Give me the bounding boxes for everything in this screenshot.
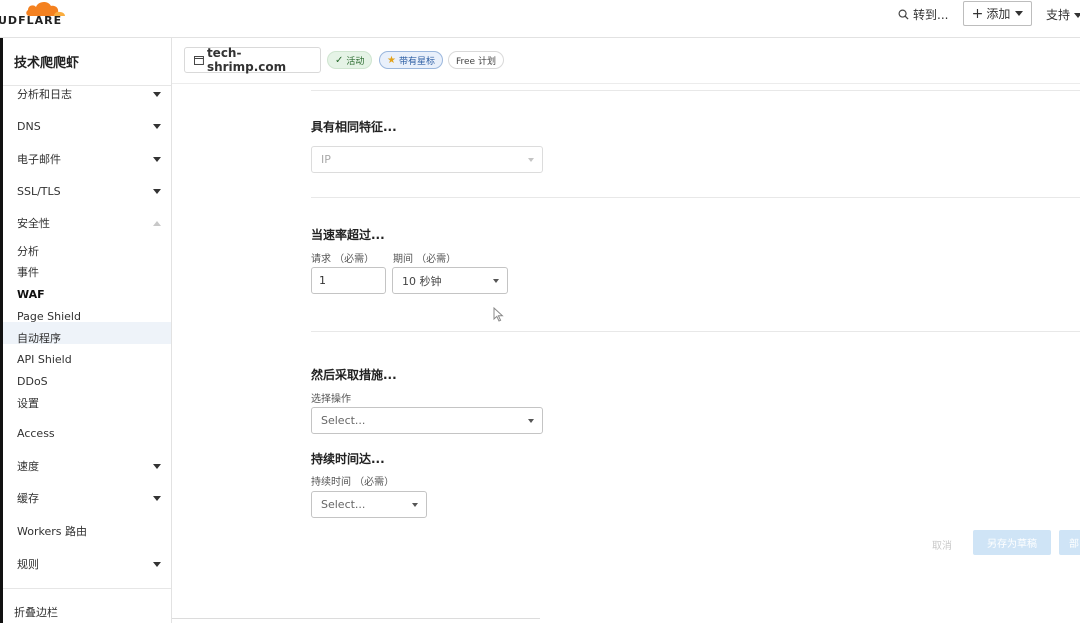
goto-search[interactable]: 转到... <box>898 6 948 22</box>
goto-label: 转到... <box>913 7 949 22</box>
deploy-label: 部 <box>1069 539 1079 550</box>
support-menu[interactable]: 支持 <box>1046 6 1080 23</box>
sidebar-item-label: SSL/TLS <box>17 184 61 198</box>
divider <box>0 588 171 589</box>
requests-label: 请求 （必需） <box>311 254 375 265</box>
sidebar-item-label: Workers 路由 <box>17 525 87 538</box>
sidebar-subitem-events[interactable]: 事件 <box>17 264 39 280</box>
requests-value: 1 <box>319 274 326 287</box>
sidebar-item-speed[interactable]: 速度 <box>17 457 167 475</box>
requests-input[interactable]: 1 <box>311 267 386 294</box>
section-divider <box>311 197 1080 198</box>
sidebar-item-label: 安全性 <box>17 217 50 230</box>
chevron-down-icon <box>528 157 534 162</box>
duration-select[interactable]: Select... <box>311 491 427 518</box>
cloudflare-logo[interactable]: UDFLARE <box>0 0 80 30</box>
cancel-button[interactable]: 取消 <box>932 537 952 552</box>
section-divider <box>311 90 1080 91</box>
duration-label: 持续时间 （必需） <box>311 477 395 488</box>
domain-selector[interactable]: tech-shrimp.com <box>184 46 321 74</box>
sidebar: 技术爬爬虾 分析和日志 DNS 电子邮件 SSL/TLS 安全性 分析 事件 W… <box>0 38 172 623</box>
sidebar-item-workers-routes[interactable]: Workers 路由 <box>17 522 167 540</box>
support-label: 支持 <box>1046 8 1071 22</box>
sidebar-item-label: DNS <box>17 119 41 133</box>
chevron-down-icon <box>1073 13 1080 18</box>
sidebar-item-caching[interactable]: 缓存 <box>17 489 167 507</box>
status-badge-label: 活动 <box>346 56 365 67</box>
sidebar-item-ssl-tls[interactable]: SSL/TLS <box>17 182 167 200</box>
deploy-button[interactable]: 部 <box>1059 530 1080 555</box>
chevron-down-icon <box>153 561 161 567</box>
sidebar-subitem-settings[interactable]: 设置 <box>17 395 39 411</box>
add-label: 添加 <box>986 7 1011 21</box>
star-icon: ★ <box>387 54 396 66</box>
chevron-down-icon <box>153 188 161 194</box>
sidebar-item-label: Access <box>17 426 55 440</box>
period-select[interactable]: 10 秒钟 <box>392 267 508 294</box>
sidebar-subitem-page-shield[interactable]: Page Shield <box>17 308 81 324</box>
plan-badge-label: Free 计划 <box>456 56 496 67</box>
divider <box>172 83 1080 84</box>
duration-title: 持续时间达... <box>311 452 385 466</box>
sidebar-item-rules[interactable]: 规则 <box>17 555 167 573</box>
sidebar-item-label: 分析和日志 <box>17 88 72 101</box>
domain-name: tech-shrimp.com <box>206 46 287 74</box>
chevron-down-icon <box>412 502 418 507</box>
collapse-sidebar-button[interactable]: 折叠边栏 <box>14 604 58 620</box>
sidebar-item-label: 速度 <box>17 460 39 473</box>
chevron-down-icon <box>153 463 161 469</box>
save-as-draft-button[interactable]: 另存为草稿 <box>973 530 1051 555</box>
plus-icon: + <box>971 5 984 22</box>
chevron-up-icon <box>153 220 161 226</box>
section-divider <box>311 331 1080 332</box>
characteristics-value: IP <box>321 153 331 166</box>
logo-text: UDFLARE <box>0 14 63 27</box>
sidebar-item-label: 电子邮件 <box>17 153 61 166</box>
status-badge: ✓ 活动 <box>327 51 373 69</box>
top-bar: UDFLARE 转到... + 添加 支持 <box>0 0 1080 38</box>
save-as-draft-label: 另存为草稿 <box>987 539 1037 550</box>
sidebar-subitem-waf[interactable]: WAF <box>17 286 45 302</box>
period-label: 期间 （必需） <box>393 254 457 265</box>
chevron-down-icon <box>153 91 161 97</box>
sidebar-subitem-analytics[interactable]: 分析 <box>17 243 39 259</box>
divider <box>172 618 540 619</box>
duration-placeholder: Select... <box>321 498 366 511</box>
characteristics-select[interactable]: IP <box>311 146 543 173</box>
sidebar-item-access[interactable]: Access <box>17 424 167 442</box>
period-value: 10 秒钟 <box>402 274 442 288</box>
mouse-cursor-icon <box>493 307 504 322</box>
chevron-down-icon <box>153 495 161 501</box>
chevron-down-icon <box>528 418 534 423</box>
star-badge-label: 带有星标 <box>398 56 435 67</box>
sidebar-item-label: 缓存 <box>17 492 39 505</box>
characteristics-title: 具有相同特征... <box>311 120 397 134</box>
browser-window-icon <box>194 55 204 65</box>
search-icon <box>898 9 909 20</box>
action-placeholder: Select... <box>321 414 366 427</box>
star-badge[interactable]: ★ 带有星标 <box>379 51 443 69</box>
chevron-down-icon <box>153 156 161 162</box>
action-label: 选择操作 <box>311 394 351 405</box>
action-title: 然后采取措施... <box>311 368 397 382</box>
rate-title: 当速率超过... <box>311 228 385 242</box>
sidebar-item-label: 规则 <box>17 558 39 571</box>
add-button[interactable]: + 添加 <box>963 1 1032 26</box>
sidebar-item-security[interactable]: 安全性 <box>17 214 167 232</box>
sidebar-item-analytics[interactable]: 分析和日志 <box>17 85 167 103</box>
chevron-down-icon <box>493 278 499 283</box>
window-edge <box>0 38 3 623</box>
plan-badge: Free 计划 <box>448 51 504 69</box>
sidebar-item-email[interactable]: 电子邮件 <box>17 150 167 168</box>
sidebar-subitem-bots[interactable]: 自动程序 <box>17 330 61 346</box>
sidebar-subitem-api-shield[interactable]: API Shield <box>17 351 72 367</box>
sidebar-item-dns[interactable]: DNS <box>17 117 167 135</box>
chevron-down-icon <box>153 123 161 129</box>
check-icon: ✓ <box>335 54 344 66</box>
account-name[interactable]: 技术爬爬虾 <box>14 52 79 71</box>
chevron-down-icon <box>1015 11 1024 16</box>
action-select[interactable]: Select... <box>311 407 543 434</box>
sidebar-subitem-ddos[interactable]: DDoS <box>17 373 48 389</box>
